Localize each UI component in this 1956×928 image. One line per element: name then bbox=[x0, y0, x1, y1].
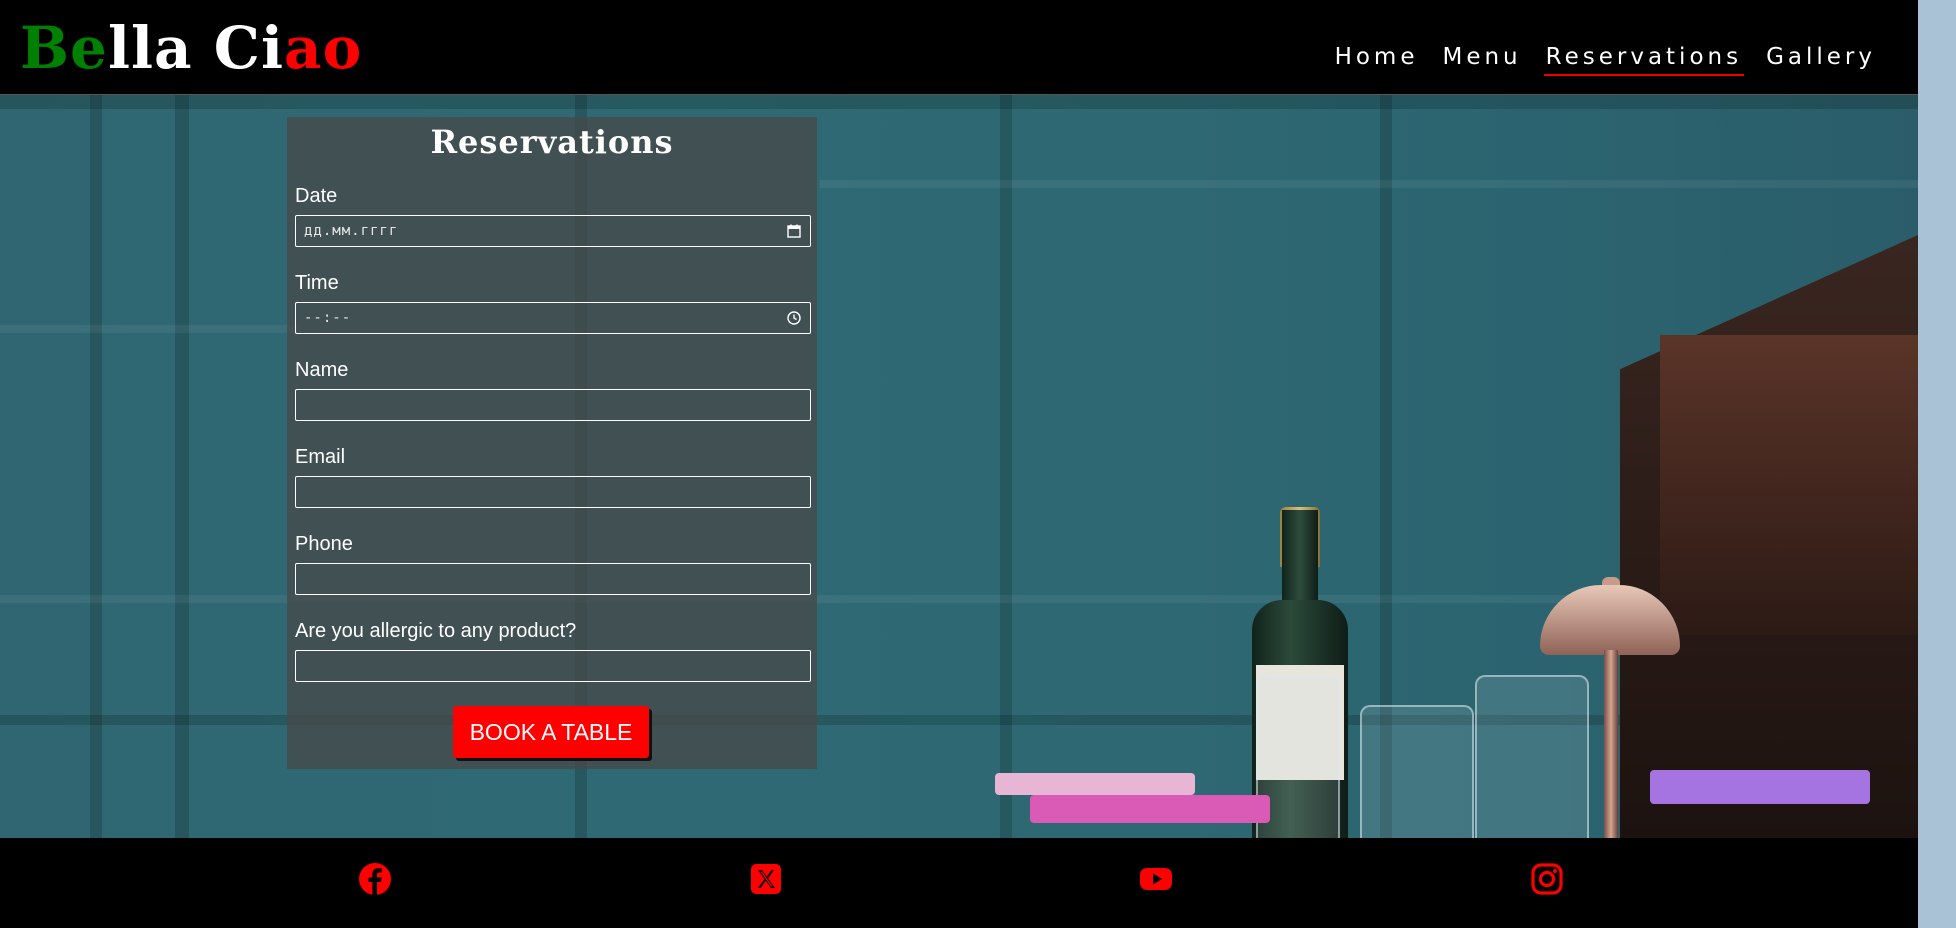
x-twitter-icon[interactable] bbox=[749, 862, 783, 896]
calendar-icon[interactable] bbox=[786, 223, 802, 239]
email-field-group: Email bbox=[295, 446, 811, 508]
pink-napkin bbox=[995, 773, 1195, 795]
email-label: Email bbox=[295, 446, 346, 468]
brand-logo-part-white: lla Ci bbox=[107, 14, 284, 82]
drinking-glass bbox=[1475, 675, 1589, 838]
youtube-icon[interactable] bbox=[1139, 862, 1173, 896]
name-label: Name bbox=[295, 359, 349, 381]
main-nav: Home Menu Reservations Gallery bbox=[1333, 42, 1878, 76]
nav-home[interactable]: Home bbox=[1333, 42, 1421, 76]
drinking-glass bbox=[1360, 705, 1474, 838]
purple-napkin bbox=[1650, 770, 1870, 804]
nav-menu[interactable]: Menu bbox=[1440, 42, 1523, 76]
email-input[interactable] bbox=[295, 476, 811, 508]
instagram-icon[interactable] bbox=[1530, 862, 1564, 896]
wall-panel-line bbox=[1000, 95, 1012, 838]
phone-label: Phone bbox=[295, 533, 353, 555]
page: Bella Ciao Home Menu Reservations Galler… bbox=[0, 0, 1918, 928]
name-input[interactable] bbox=[295, 389, 811, 421]
wall-panel-line bbox=[90, 95, 102, 838]
wall-panel-line bbox=[820, 180, 1918, 188]
name-field-group: Name bbox=[295, 359, 811, 421]
form-title: Reservations bbox=[430, 123, 674, 161]
reservation-form: Reservations Date дд.мм.гггг Time --:-- bbox=[287, 117, 817, 769]
pink-napkin bbox=[1030, 795, 1270, 823]
facebook-icon[interactable] bbox=[358, 862, 392, 896]
brand-logo-part-red: ao bbox=[283, 14, 363, 82]
allergy-label: Are you allergic to any product? bbox=[295, 620, 577, 642]
book-table-button[interactable]: BOOK A TABLE bbox=[453, 706, 649, 758]
brand-logo[interactable]: Bella Ciao bbox=[20, 10, 362, 86]
date-field-group: Date дд.мм.гггг bbox=[295, 185, 811, 247]
date-input[interactable]: дд.мм.гггг bbox=[295, 215, 811, 247]
wall-panel-line bbox=[0, 325, 300, 333]
allergy-input[interactable] bbox=[295, 650, 811, 682]
wall-trim bbox=[0, 95, 1918, 109]
allergy-field-group: Are you allergic to any product? bbox=[295, 620, 811, 682]
date-input-value: дд.мм.гггг bbox=[304, 223, 399, 239]
phone-field-group: Phone bbox=[295, 533, 811, 595]
nav-reservations[interactable]: Reservations bbox=[1543, 42, 1745, 76]
wall-panel-line bbox=[175, 95, 189, 838]
table-lamp-stand bbox=[1604, 650, 1618, 838]
brand-logo-part-green: Be bbox=[20, 14, 108, 82]
clock-icon[interactable] bbox=[786, 310, 802, 326]
time-input[interactable]: --:-- bbox=[295, 302, 811, 334]
site-header: Bella Ciao Home Menu Reservations Galler… bbox=[0, 0, 1918, 95]
nav-gallery[interactable]: Gallery bbox=[1764, 42, 1878, 76]
cabinet-door bbox=[1660, 335, 1918, 635]
date-label: Date bbox=[295, 185, 338, 207]
phone-input[interactable] bbox=[295, 563, 811, 595]
time-input-value: --:-- bbox=[304, 310, 352, 326]
time-field-group: Time --:-- bbox=[295, 272, 811, 334]
site-footer bbox=[0, 838, 1918, 925]
time-label: Time bbox=[295, 272, 339, 294]
